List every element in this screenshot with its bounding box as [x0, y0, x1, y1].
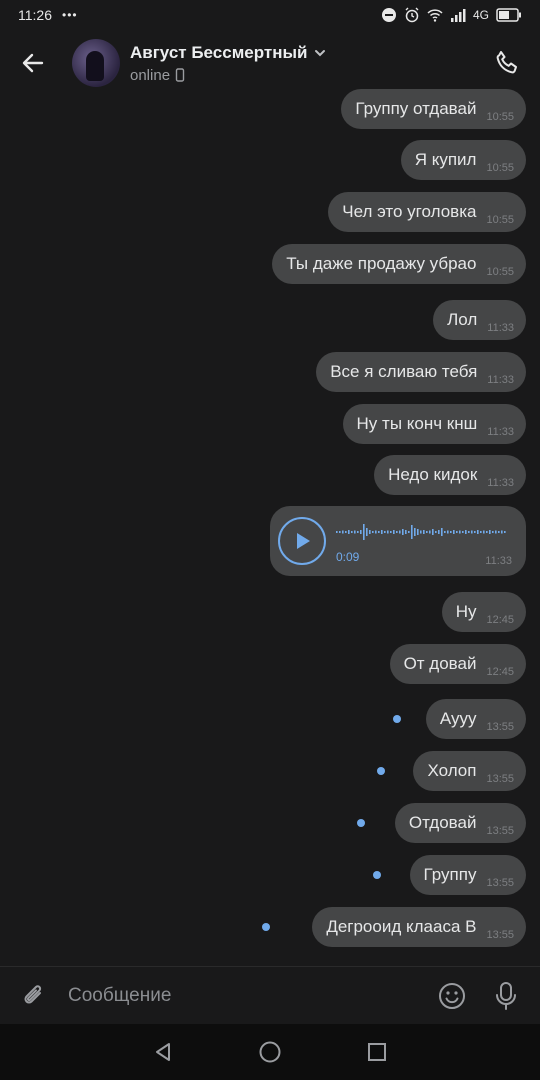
- voice-message-bubble[interactable]: 0:09 11:33: [270, 506, 526, 576]
- message-bubble[interactable]: Ну 12:45: [441, 592, 526, 632]
- mobile-icon: [175, 68, 185, 82]
- contact-name: Август Бессмертный: [130, 42, 308, 62]
- unread-dot: [262, 923, 270, 931]
- message-text: Дегрооид клааса В: [326, 917, 477, 936]
- circle-home-icon: [259, 1041, 281, 1063]
- message-bubble[interactable]: От довай 12:45: [389, 644, 526, 684]
- message-time: 13:55: [486, 877, 514, 889]
- message-time: 13:55: [486, 929, 514, 941]
- message-bubble[interactable]: Чел это уголовка 10:55: [328, 192, 526, 232]
- arrow-left-icon: [22, 53, 44, 73]
- nav-back-button[interactable]: [143, 1032, 183, 1072]
- message-text: Отдовай: [408, 813, 477, 832]
- back-button[interactable]: [0, 30, 66, 96]
- nav-recents-button[interactable]: [357, 1032, 397, 1072]
- message-bubble[interactable]: Дегрооид клааса В 13:55: [312, 907, 526, 947]
- smile-icon: [439, 982, 465, 1009]
- attach-button[interactable]: [0, 967, 68, 1025]
- message-time: 11:33: [487, 426, 514, 438]
- message-text: От довай: [403, 654, 477, 673]
- voice-duration: 0:09: [336, 550, 360, 564]
- message-time: 13:55: [486, 721, 514, 733]
- microphone-icon: [496, 981, 516, 1010]
- message-time: 11:33: [487, 374, 514, 386]
- message-time: 10:55: [486, 111, 514, 123]
- message-bubble[interactable]: Группу отдавай 10:55: [341, 89, 526, 129]
- message-time: 10:55: [486, 266, 514, 278]
- paperclip-icon: [24, 984, 42, 1004]
- message-time: 13:55: [486, 773, 514, 785]
- message-bubble[interactable]: Ну ты конч кнш 11:33: [342, 404, 526, 444]
- message-bubble[interactable]: Недо кидок 11:33: [374, 455, 526, 495]
- message-text: Ты даже продажу убрао: [286, 254, 477, 273]
- message-text: Все я сливаю тебя: [330, 362, 478, 381]
- status-notification-dots: •••: [62, 8, 78, 22]
- message-time: 10:55: [486, 214, 514, 226]
- waveform[interactable]: [336, 522, 508, 542]
- unread-dot: [357, 819, 365, 827]
- chevron-down-icon: [315, 49, 326, 56]
- play-button[interactable]: [278, 517, 326, 565]
- message-input[interactable]: Сообщение: [68, 967, 432, 1025]
- contact-info[interactable]: Август Бессмертный online: [130, 43, 327, 84]
- message-time: 13:55: [486, 825, 514, 837]
- message-bubble[interactable]: Холоп 13:55: [413, 751, 526, 791]
- signal-icon: [450, 9, 466, 22]
- voice-record-button[interactable]: [486, 976, 526, 1016]
- message-text: Чел это уголовка: [342, 202, 477, 221]
- composer: Сообщение: [0, 966, 540, 1024]
- message-time: 11:33: [485, 555, 512, 567]
- avatar[interactable]: [72, 39, 120, 87]
- message-text: Аууу: [439, 709, 477, 728]
- unread-dot: [373, 871, 381, 879]
- message-text: Недо кидок: [388, 465, 478, 484]
- emoji-button[interactable]: [432, 976, 472, 1016]
- message-text: Холоп: [427, 761, 477, 780]
- message-time: 10:55: [486, 162, 514, 174]
- message-text: Ну ты конч кнш: [356, 414, 478, 433]
- phone-icon: [496, 51, 517, 74]
- chat-header: Август Бессмертный online: [0, 30, 540, 96]
- status-time: 11:26: [18, 7, 52, 23]
- unread-dot: [377, 767, 385, 775]
- message-bubble[interactable]: Лол 11:33: [433, 300, 526, 340]
- battery-icon: [496, 8, 521, 22]
- message-time: 11:33: [487, 477, 514, 489]
- play-icon: [297, 533, 310, 549]
- message-bubble[interactable]: Аууу 13:55: [425, 699, 526, 739]
- message-bubble[interactable]: Все я сливаю тебя 11:33: [316, 352, 526, 392]
- network-type: 4G: [472, 8, 489, 22]
- message-time: 12:45: [486, 666, 514, 678]
- unread-dot: [393, 715, 401, 723]
- dnd-icon: [381, 8, 396, 22]
- wifi-icon: [427, 9, 443, 22]
- alarm-icon: [405, 7, 419, 23]
- message-text: Группу отдавай: [355, 99, 477, 118]
- message-text: Ну: [455, 602, 477, 621]
- triangle-back-icon: [156, 1043, 171, 1061]
- message-time: 12:45: [486, 614, 514, 626]
- system-nav-bar: [0, 1024, 540, 1080]
- message-bubble[interactable]: Отдовай 13:55: [394, 803, 526, 843]
- message-text: Лол: [447, 310, 478, 329]
- message-bubble[interactable]: Группу 13:55: [409, 855, 526, 895]
- status-bar: 11:26 ••• 4G: [0, 0, 540, 30]
- message-text: Группу: [423, 865, 477, 884]
- message-text: Я купил: [414, 150, 477, 169]
- status-icons: 4G: [381, 7, 522, 23]
- message-bubble[interactable]: Ты даже продажу убрао 10:55: [272, 244, 526, 284]
- message-bubble[interactable]: Я купил 10:55: [400, 140, 526, 180]
- square-recents-icon: [367, 1043, 386, 1061]
- message-time: 11:33: [487, 322, 514, 334]
- contact-status: online: [130, 66, 171, 84]
- nav-home-button[interactable]: [250, 1032, 290, 1072]
- call-button[interactable]: [490, 46, 524, 80]
